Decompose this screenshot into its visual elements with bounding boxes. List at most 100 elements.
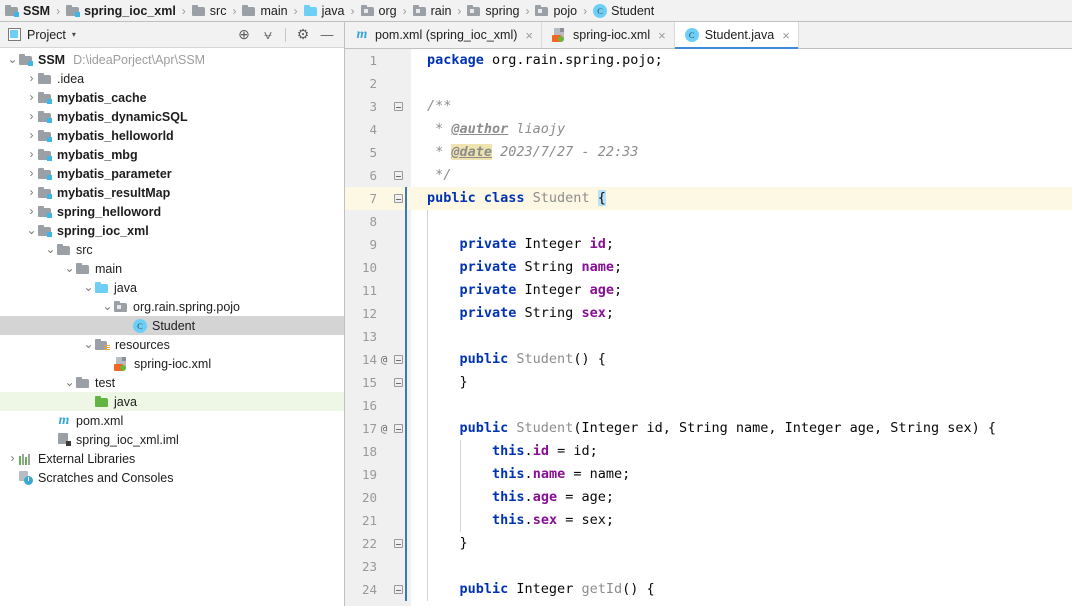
code-line[interactable]: } bbox=[411, 532, 1072, 555]
breadcrumb-item-src[interactable]: src bbox=[191, 0, 228, 21]
override-marker-icon[interactable]: @ bbox=[377, 422, 391, 435]
gutter-line[interactable]: 16 bbox=[345, 394, 411, 417]
editor-tab-student.java[interactable]: C Student.java × bbox=[674, 22, 799, 49]
tree-node-org.rain.spring.pojo[interactable]: ⌄ org.rain.spring.pojo bbox=[0, 297, 344, 316]
gutter-line[interactable]: 18 bbox=[345, 440, 411, 463]
close-icon[interactable]: × bbox=[525, 28, 533, 43]
fold-marker[interactable] bbox=[391, 585, 405, 594]
chevron-right-icon[interactable]: › bbox=[25, 88, 38, 107]
code-line[interactable]: * @date 2023/7/27 - 22:33 bbox=[411, 141, 1072, 164]
hide-icon[interactable]: — bbox=[316, 24, 338, 46]
gutter-line[interactable]: 1 bbox=[345, 49, 411, 72]
gutter-line[interactable]: 11 bbox=[345, 279, 411, 302]
tree-node-spring-helloword[interactable]: › spring_helloword bbox=[0, 202, 344, 221]
fold-marker[interactable] bbox=[391, 102, 405, 111]
editor-tab-spring-ioc.xml[interactable]: spring-ioc.xml × bbox=[542, 22, 675, 48]
breadcrumb-item-main[interactable]: main bbox=[241, 0, 288, 21]
breadcrumb-item-pojo[interactable]: pojo bbox=[534, 0, 578, 21]
tree-node-external-libraries[interactable]: › External Libraries bbox=[0, 449, 344, 468]
tree-node-spring-ioc-xml.iml[interactable]: spring_ioc_xml.iml bbox=[0, 430, 344, 449]
code-line[interactable] bbox=[411, 394, 1072, 417]
tree-node-mybatis-helloworld[interactable]: › mybatis_helloworld bbox=[0, 126, 344, 145]
chevron-right-icon[interactable]: › bbox=[6, 449, 19, 468]
breadcrumb-item-rain[interactable]: rain bbox=[412, 0, 453, 21]
code-line[interactable]: this.id = id; bbox=[411, 440, 1072, 463]
chevron-down-icon[interactable]: ▾ bbox=[72, 30, 76, 39]
gutter-line[interactable]: 4 bbox=[345, 118, 411, 141]
chevron-down-icon[interactable]: ⌄ bbox=[101, 300, 114, 313]
breadcrumb-item-spring[interactable]: spring bbox=[466, 0, 520, 21]
chevron-down-icon[interactable]: ⌄ bbox=[82, 281, 95, 294]
fold-marker[interactable] bbox=[391, 194, 405, 203]
code-line[interactable]: /** bbox=[411, 95, 1072, 118]
gutter-line[interactable]: 22 bbox=[345, 532, 411, 555]
collapse-all-icon[interactable]: ⩝ bbox=[257, 24, 279, 46]
editor-gutter[interactable]: 1 2 3 4 5 6 7 8 9 10 11 12 13 14 @15 16 17 @18 19 20 21 22 23 2… bbox=[345, 49, 411, 606]
chevron-down-icon[interactable]: ⌄ bbox=[25, 224, 38, 237]
gutter-line[interactable]: 12 bbox=[345, 302, 411, 325]
gutter-line[interactable]: 17 @ bbox=[345, 417, 411, 440]
code-line[interactable]: */ bbox=[411, 164, 1072, 187]
chevron-down-icon[interactable]: ⌄ bbox=[82, 338, 95, 351]
tree-node-main[interactable]: ⌄ main bbox=[0, 259, 344, 278]
tree-node-ssm[interactable]: ⌄ SSM D:\ideaPorject\Apr\SSM bbox=[0, 50, 344, 69]
tree-node-mybatis-dynamicsql[interactable]: › mybatis_dynamicSQL bbox=[0, 107, 344, 126]
gutter-line[interactable]: 3 bbox=[345, 95, 411, 118]
fold-marker[interactable] bbox=[391, 355, 405, 364]
fold-marker[interactable] bbox=[391, 378, 405, 387]
tree-node-student[interactable]: C Student bbox=[0, 316, 344, 335]
code-line[interactable]: } bbox=[411, 371, 1072, 394]
code-line[interactable]: private String sex; bbox=[411, 302, 1072, 325]
code-line[interactable]: private Integer id; bbox=[411, 233, 1072, 256]
code-line[interactable] bbox=[411, 325, 1072, 348]
gutter-line[interactable]: 24 bbox=[345, 578, 411, 601]
code-scroll-region[interactable]: package org.rain.spring.pojo; /** * @aut… bbox=[411, 49, 1072, 606]
gutter-line[interactable]: 6 bbox=[345, 164, 411, 187]
chevron-right-icon[interactable]: › bbox=[25, 69, 38, 88]
chevron-right-icon[interactable]: › bbox=[25, 183, 38, 202]
chevron-down-icon[interactable]: ⌄ bbox=[63, 262, 76, 275]
gutter-line[interactable]: 9 bbox=[345, 233, 411, 256]
locate-icon[interactable]: ⊕ bbox=[233, 24, 255, 46]
gutter-line[interactable]: 23 bbox=[345, 555, 411, 578]
code-line[interactable] bbox=[411, 72, 1072, 95]
code-line[interactable]: private String name; bbox=[411, 256, 1072, 279]
gutter-line[interactable]: 15 bbox=[345, 371, 411, 394]
breadcrumb-item-spring-ioc-xml[interactable]: spring_ioc_xml bbox=[65, 0, 177, 21]
gutter-line[interactable]: 13 bbox=[345, 325, 411, 348]
chevron-down-icon[interactable]: ⌄ bbox=[63, 376, 76, 389]
code-line[interactable]: public Student() { bbox=[411, 348, 1072, 371]
tree-node-spring-ioc.xml[interactable]: spring-ioc.xml bbox=[0, 354, 344, 373]
tree-node-.idea[interactable]: › .idea bbox=[0, 69, 344, 88]
chevron-right-icon[interactable]: › bbox=[25, 126, 38, 145]
project-tree[interactable]: ⌄ SSM D:\ideaPorject\Apr\SSM › .idea › mybatis… bbox=[0, 48, 344, 606]
breadcrumb-item-java[interactable]: java bbox=[303, 0, 346, 21]
gutter-line[interactable]: 19 bbox=[345, 463, 411, 486]
code-line[interactable]: this.age = age; bbox=[411, 486, 1072, 509]
chevron-down-icon[interactable]: ⌄ bbox=[6, 53, 19, 66]
tree-node-java[interactable]: ⌄ java bbox=[0, 278, 344, 297]
gutter-line[interactable]: 14 @ bbox=[345, 348, 411, 371]
editor-tab-pom.xml-spring-ioc-xml-[interactable]: m pom.xml (spring_ioc_xml) × bbox=[345, 22, 542, 48]
close-icon[interactable]: × bbox=[782, 28, 790, 43]
tree-node-mybatis-mbg[interactable]: › mybatis_mbg bbox=[0, 145, 344, 164]
tree-node-spring-ioc-xml[interactable]: ⌄ spring_ioc_xml bbox=[0, 221, 344, 240]
tree-node-mybatis-cache[interactable]: › mybatis_cache bbox=[0, 88, 344, 107]
fold-marker[interactable] bbox=[391, 424, 405, 433]
gutter-line[interactable]: 5 bbox=[345, 141, 411, 164]
code-line[interactable]: public Student(Integer id, String name, … bbox=[411, 417, 1072, 440]
code-line[interactable]: package org.rain.spring.pojo; bbox=[411, 49, 1072, 72]
breadcrumb-item-student[interactable]: C Student bbox=[592, 0, 655, 21]
code-editor[interactable]: 1 2 3 4 5 6 7 8 9 10 11 12 13 14 @15 16 17 @18 19 20 21 22 23 2… bbox=[345, 49, 1072, 606]
override-marker-icon[interactable]: @ bbox=[377, 353, 391, 366]
chevron-right-icon[interactable]: › bbox=[25, 164, 38, 183]
close-icon[interactable]: × bbox=[658, 28, 666, 43]
gutter-line[interactable]: 10 bbox=[345, 256, 411, 279]
settings-gear-icon[interactable]: ⚙ bbox=[292, 24, 314, 46]
tree-node-mybatis-resultmap[interactable]: › mybatis_resultMap bbox=[0, 183, 344, 202]
tree-node-java[interactable]: java bbox=[0, 392, 344, 411]
tree-node-test[interactable]: ⌄ test bbox=[0, 373, 344, 392]
code-line[interactable]: this.sex = sex; bbox=[411, 509, 1072, 532]
chevron-right-icon[interactable]: › bbox=[25, 107, 38, 126]
gutter-line[interactable]: 2 bbox=[345, 72, 411, 95]
